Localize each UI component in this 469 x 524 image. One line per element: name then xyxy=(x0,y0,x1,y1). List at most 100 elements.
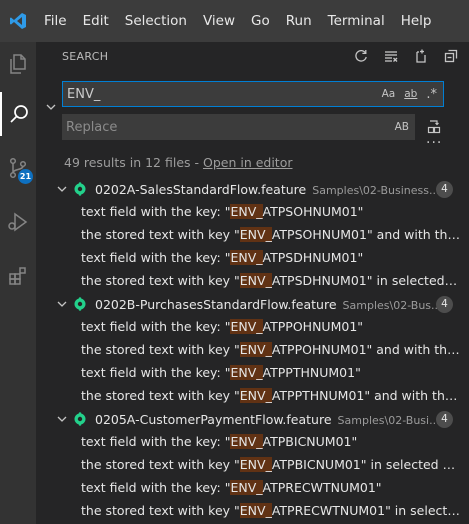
match-highlight: ENV_ xyxy=(230,204,263,219)
match-pre-text: text field with the key: " xyxy=(81,250,231,265)
vscode-logo-icon xyxy=(0,0,36,42)
new-search-editor-icon[interactable] xyxy=(413,48,429,64)
preserve-case-toggle[interactable]: AB xyxy=(395,121,409,133)
regex-toggle[interactable]: .* xyxy=(426,87,437,102)
match-count-badge: 4 xyxy=(436,181,453,198)
chevron-down-icon[interactable] xyxy=(56,298,68,310)
result-match-row[interactable]: the stored text with key "ENV_ATPRECWTNU… xyxy=(36,500,469,523)
toggle-replace-chevron-icon[interactable] xyxy=(44,100,58,114)
match-text: text field with the key: "ENV_ATPSOHNUM0… xyxy=(81,204,461,219)
menu-bar: File Edit Selection View Go Run Terminal… xyxy=(36,0,439,42)
result-match-row[interactable]: text field with the key: "ENV_ATPSDHNUM0… xyxy=(36,247,469,270)
match-text: the stored text with key "ENV_ATPPOHNUM0… xyxy=(81,342,461,357)
results-summary: 49 results in 12 files - Open in editor xyxy=(64,155,293,170)
file-name-text: 0202B-PurchasesStandardFlow.feature xyxy=(95,297,337,312)
match-pre-text: the stored text with key " xyxy=(81,342,240,357)
chevron-down-icon[interactable] xyxy=(56,413,68,425)
result-match-row[interactable]: the stored text with key "ENV_ATPSDHNUM0… xyxy=(36,270,469,293)
whole-word-toggle[interactable]: ab xyxy=(404,88,417,100)
match-case-toggle[interactable]: Aa xyxy=(382,88,396,100)
menu-selection[interactable]: Selection xyxy=(117,0,195,42)
search-input-box: Aa ab .* xyxy=(62,81,444,107)
match-text: text field with the key: "ENV_ATPBICNUM0… xyxy=(81,434,461,449)
menu-edit[interactable]: Edit xyxy=(75,0,117,42)
match-highlight: ENV_ xyxy=(239,273,272,288)
activity-explorer[interactable] xyxy=(0,42,36,86)
match-pre-text: the stored text with key " xyxy=(81,457,240,472)
match-highlight: ENV_ xyxy=(230,319,263,334)
refresh-icon[interactable] xyxy=(353,48,369,64)
menu-run[interactable]: Run xyxy=(278,0,320,42)
clear-results-icon[interactable] xyxy=(383,48,399,64)
activity-run-debug[interactable] xyxy=(0,200,36,244)
search-actions xyxy=(353,42,459,70)
menu-help[interactable]: Help xyxy=(393,0,440,42)
result-match-row[interactable]: the stored text with key "ENV_ATPPOHNUM0… xyxy=(36,339,469,362)
match-text: the stored text with key "ENV_ATPBICNUM0… xyxy=(81,457,461,472)
result-file-row[interactable]: 0202A-SalesStandardFlow.feature Samples\0… xyxy=(36,178,469,201)
activity-bar: 21 xyxy=(0,42,36,524)
files-icon xyxy=(10,54,26,74)
match-text: the stored text with key "ENV_ATPSOHNUM0… xyxy=(81,227,461,242)
result-match-row[interactable]: the stored text with key "ENV_ATPPTHNUM0… xyxy=(36,385,469,408)
match-pre-text: the stored text with key " xyxy=(81,273,240,288)
search-sidebar: SEARCH ENV_ Aa ab .* Replace AB ··· 49 r… xyxy=(36,42,469,524)
match-text: text field with the key: "ENV_ATPPOHNUM0… xyxy=(81,319,461,334)
activity-search[interactable] xyxy=(0,92,36,136)
match-highlight: ENV_ xyxy=(230,434,263,449)
search-icon xyxy=(10,105,28,123)
match-text: text field with the key: "ENV_ATPPTHNUM0… xyxy=(81,365,461,380)
match-text: text field with the key: "ENV_ATPSDHNUM0… xyxy=(81,250,461,265)
result-match-row[interactable]: text field with the key: "ENV_ATPRECWTNU… xyxy=(36,477,469,500)
menu-terminal[interactable]: Terminal xyxy=(320,0,393,42)
match-count-badge: 4 xyxy=(436,411,453,428)
toggle-search-details-button[interactable]: ··· xyxy=(426,135,442,151)
result-match-row[interactable]: the stored text with key "ENV_ATPSOHNUM0… xyxy=(36,224,469,247)
match-pre-text: the stored text with key " xyxy=(81,227,240,242)
match-pre-text: text field with the key: " xyxy=(81,434,231,449)
match-highlight: ENV_ xyxy=(239,227,272,242)
chevron-down-icon[interactable] xyxy=(56,183,68,195)
match-post-text: ATPPTHNUM01" xyxy=(262,365,361,380)
match-post-text: ATPSDHNUM01" in selected ce... xyxy=(271,273,461,288)
match-pre-text: the stored text with key " xyxy=(81,503,240,518)
match-post-text: ATPSOHNUM01" xyxy=(262,204,364,219)
match-highlight: ENV_ xyxy=(239,457,272,472)
result-match-row[interactable]: text field with the key: "ENV_ATPPTHNUM0… xyxy=(36,362,469,385)
title-bar: File Edit Selection View Go Run Terminal… xyxy=(0,0,469,42)
search-input[interactable] xyxy=(63,82,363,106)
menu-go[interactable]: Go xyxy=(243,0,278,42)
search-header: SEARCH xyxy=(36,42,469,70)
match-text: the stored text with key "ENV_ATPRECWTNU… xyxy=(81,503,461,518)
result-file-name: 0205A-CustomerPaymentFlow.feature Samples… xyxy=(95,412,440,427)
activity-source-control[interactable]: 21 xyxy=(0,146,36,190)
match-text: the stored text with key "ENV_ATPPTHNUM0… xyxy=(81,388,461,403)
match-post-text: ATPBICNUM01" in selected cell... xyxy=(271,457,461,472)
match-text: the stored text with key "ENV_ATPSDHNUM0… xyxy=(81,273,461,288)
menu-file[interactable]: File xyxy=(36,0,75,42)
match-post-text: ATPPOHNUM01" xyxy=(262,319,364,334)
file-path-text: Samples\02-Busi... xyxy=(337,414,440,427)
replace-input[interactable] xyxy=(62,115,362,139)
open-in-editor-link[interactable]: Open in editor xyxy=(203,155,293,170)
replace-all-icon[interactable] xyxy=(426,118,442,136)
gherkin-file-icon xyxy=(74,182,86,196)
file-name-text: 0205A-CustomerPaymentFlow.feature xyxy=(95,412,332,427)
result-match-row[interactable]: text field with the key: "ENV_ATPPOHNUM0… xyxy=(36,316,469,339)
result-file-row[interactable]: 0202B-PurchasesStandardFlow.feature Sampl… xyxy=(36,293,469,316)
result-file-name: 0202A-SalesStandardFlow.feature Samples\0… xyxy=(95,182,440,197)
search-results-tree: 0202A-SalesStandardFlow.feature Samples\0… xyxy=(36,178,469,523)
match-post-text: ATPSDHNUM01" xyxy=(262,250,364,265)
menu-view[interactable]: View xyxy=(195,0,243,42)
result-file-row[interactable]: 0205A-CustomerPaymentFlow.feature Samples… xyxy=(36,408,469,431)
match-highlight: ENV_ xyxy=(230,365,263,380)
gherkin-file-icon xyxy=(74,297,86,311)
activity-extensions[interactable] xyxy=(0,254,36,298)
match-post-text: ATPBICNUM01" xyxy=(262,434,358,449)
collapse-all-icon[interactable] xyxy=(443,48,459,64)
results-count-text: 49 results in 12 files - xyxy=(64,155,203,170)
result-match-row[interactable]: the stored text with key "ENV_ATPBICNUM0… xyxy=(36,454,469,477)
match-highlight: ENV_ xyxy=(230,480,263,495)
result-match-row[interactable]: text field with the key: "ENV_ATPBICNUM0… xyxy=(36,431,469,454)
result-match-row[interactable]: text field with the key: "ENV_ATPSOHNUM0… xyxy=(36,201,469,224)
